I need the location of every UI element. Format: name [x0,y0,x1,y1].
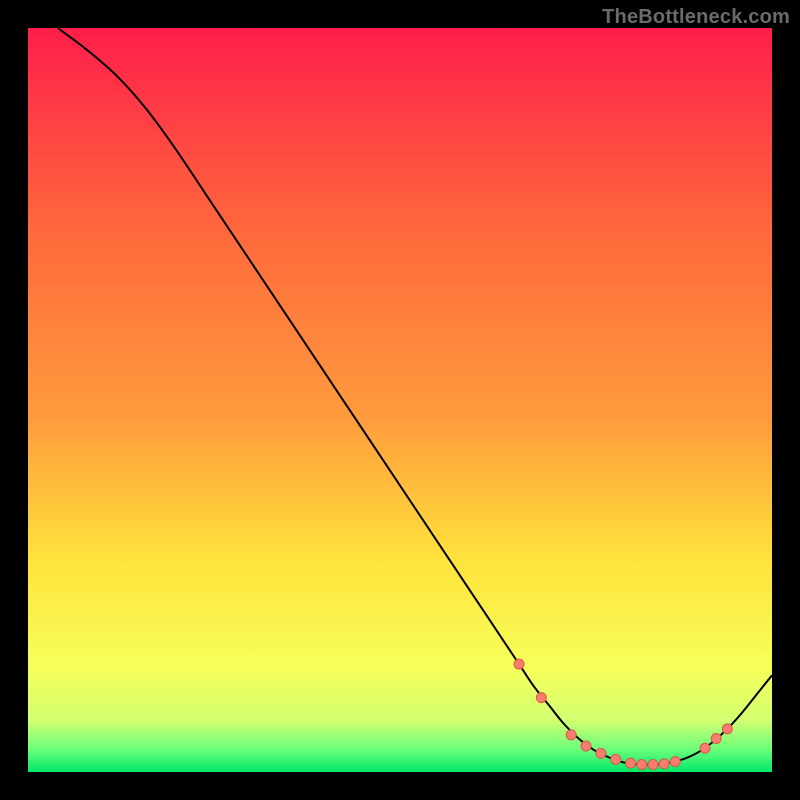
data-marker [670,757,680,767]
data-marker [648,760,658,770]
watermark-text: TheBottleneck.com [602,6,790,29]
chart-frame [28,28,772,772]
data-marker [514,659,524,669]
data-marker [596,748,606,758]
data-marker [536,693,546,703]
data-marker [711,734,721,744]
data-marker [626,758,636,768]
chart-background [28,28,772,772]
data-marker [659,759,669,769]
data-marker [581,741,591,751]
data-marker [566,730,576,740]
data-marker [700,743,710,753]
chart-svg [28,28,772,772]
data-marker [637,760,647,770]
data-marker [611,754,621,764]
data-marker [722,724,732,734]
